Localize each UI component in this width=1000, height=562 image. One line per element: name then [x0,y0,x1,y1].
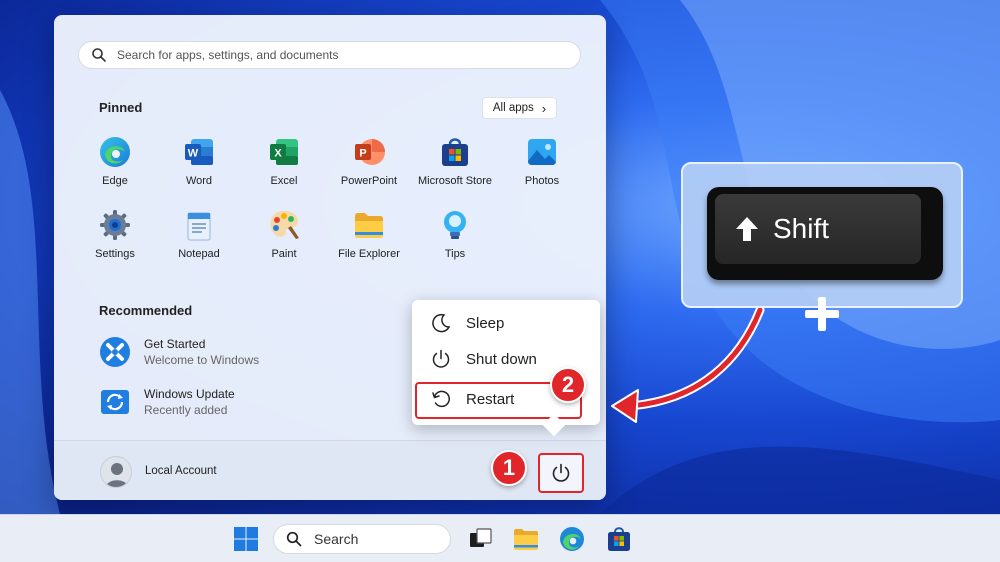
shift-key-callout: Shift [681,162,963,308]
taskbar: Search [0,514,1000,562]
app-notepad[interactable]: Notepad [154,208,244,260]
folder-icon[interactable] [512,525,540,553]
app-photos[interactable]: Photos [497,135,587,187]
recommended-item-title: Windows Update [144,387,235,401]
app-settings[interactable]: Settings [70,208,160,260]
app-label: PowerPoint [340,175,398,187]
power-icon [432,349,450,368]
restart-icon [432,390,450,408]
store-icon [442,138,468,166]
power-button[interactable] [538,453,584,493]
taskbar-search-label: Search [314,531,359,547]
step-1-badge: 1 [491,450,527,486]
start-search-input[interactable]: Search for apps, settings, and documents [78,41,581,69]
edge-icon[interactable] [558,525,586,553]
app-file-explorer[interactable]: File Explorer [324,208,414,260]
power-menu-restart[interactable]: Restart [430,388,514,410]
recommended-item-windows-update[interactable]: Windows Update Recently added [98,385,235,419]
word-icon: W [185,139,213,165]
power-menu-label: Sleep [466,314,505,332]
notepad-icon [187,212,211,241]
paint-icon [270,211,299,239]
shift-key-label: Shift [773,213,830,244]
task-view-icon[interactable] [466,525,494,553]
svg-text:X: X [274,148,282,160]
step-2-badge: 2 [550,367,586,403]
app-paint[interactable]: Paint [239,208,329,260]
power-menu-sleep[interactable]: Sleep [430,312,504,334]
plus-icon [805,297,839,331]
shift-arrow-icon [736,217,758,241]
get-started-icon [100,337,130,367]
recommended-item-subtitle: Welcome to Windows [144,353,260,367]
app-label: Word [185,175,213,187]
app-label: Notepad [178,248,220,260]
chevron-right-icon: › [541,100,547,116]
excel-icon: X [270,139,298,165]
all-apps-button[interactable]: All apps › [482,97,557,119]
app-label: Settings [95,248,135,260]
app-label: Microsoft Store [418,175,492,187]
app-label: Tips [444,248,466,260]
recommended-item-subtitle: Recently added [144,403,228,417]
account-name[interactable]: Local Account [145,465,217,477]
search-icon [92,48,106,62]
user-icon [106,463,128,487]
lightbulb-icon [444,211,466,239]
svg-text:P: P [359,148,366,160]
powerpoint-icon: P [355,139,385,165]
shift-key: Shift [707,187,943,280]
app-edge[interactable]: Edge [70,135,160,187]
power-menu-shut-down[interactable]: Shut down [430,348,537,370]
edge-icon [100,137,130,167]
windows-start-icon[interactable] [232,525,260,553]
recommended-title: Recommended [99,303,193,318]
settings-gear-icon [100,210,130,240]
avatar[interactable] [100,456,132,488]
app-label: File Explorer [338,248,400,260]
app-label: Photos [524,175,560,187]
power-menu-label: Shut down [466,350,537,368]
app-label: Edge [102,175,128,187]
pinned-title: Pinned [99,100,143,115]
app-powerpoint[interactable]: P PowerPoint [324,135,414,187]
app-microsoft-store[interactable]: Microsoft Store [410,135,500,187]
search-icon [286,531,302,547]
windows-update-icon [101,390,129,414]
power-icon [552,463,570,482]
app-word[interactable]: W Word [154,135,244,187]
red-curved-arrow-icon [611,305,765,423]
photos-icon [528,139,556,165]
svg-text:W: W [188,148,199,160]
all-apps-label: All apps [492,102,534,114]
start-menu: Search for apps, settings, and documents… [54,15,606,500]
search-placeholder: Search for apps, settings, and documents [117,48,339,62]
store-icon[interactable] [605,525,633,553]
taskbar-search[interactable]: Search [273,524,451,554]
power-menu-flyout: Sleep Shut down Restart [412,300,600,425]
folder-icon [355,213,383,238]
app-excel[interactable]: X Excel [239,135,329,187]
app-label: Excel [270,175,298,187]
recommended-item-get-started[interactable]: Get Started Welcome to Windows [98,335,259,369]
power-menu-label: Restart [466,390,515,408]
moon-icon [432,313,451,333]
app-label: Paint [271,248,297,260]
app-tips[interactable]: Tips [410,208,500,260]
recommended-item-title: Get Started [144,337,206,351]
